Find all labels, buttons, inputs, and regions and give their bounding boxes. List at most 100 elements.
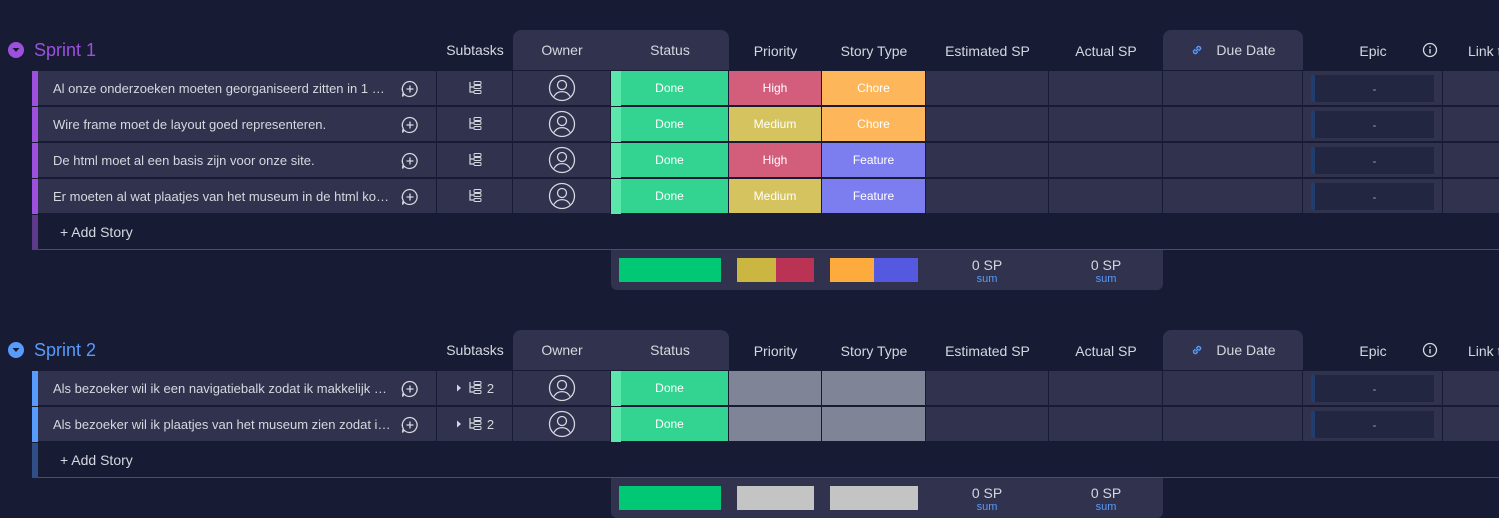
actual-sp-sum[interactable]: 0 SP sum (1046, 485, 1166, 513)
subtasks-cell[interactable] (437, 107, 513, 142)
subitems-icon[interactable] (467, 188, 483, 204)
item-name[interactable]: De html moet al een basis zijn voor onze… (53, 153, 315, 168)
epic-cell[interactable]: - (1303, 371, 1443, 406)
col-header-subtasks[interactable]: Subtasks (437, 30, 513, 70)
status-cell[interactable]: Done (611, 143, 729, 178)
subitems-toggle[interactable]: 2 (455, 380, 494, 396)
priority-cell[interactable]: Medium (729, 179, 822, 214)
status-cell[interactable]: Done (611, 107, 729, 142)
status-cell[interactable]: Done (611, 407, 729, 442)
item-name-cell[interactable]: De html moet al een basis zijn voor onze… (38, 143, 437, 178)
epic-cell[interactable]: - (1303, 107, 1443, 142)
person-avatar-icon[interactable] (548, 74, 576, 102)
due-date-cell[interactable] (1163, 107, 1303, 142)
item-name[interactable]: Als bezoeker wil ik plaatjes van het mus… (53, 417, 391, 432)
add-story-row[interactable]: + Add Story (32, 443, 1499, 478)
owner-cell[interactable] (513, 143, 611, 178)
priority-summary-bar[interactable] (737, 486, 814, 510)
priority-summary-bar[interactable] (737, 258, 814, 282)
owner-cell[interactable] (513, 407, 611, 442)
subtasks-cell[interactable]: 2 (437, 407, 513, 442)
due-date-cell[interactable] (1163, 179, 1303, 214)
epic-value[interactable]: - (1311, 183, 1434, 210)
actual-sp-sum[interactable]: 0 SP sum (1046, 257, 1166, 285)
subtasks-cell[interactable]: 2 (437, 371, 513, 406)
col-header-owner[interactable]: Owner (513, 30, 611, 70)
due-date-cell[interactable] (1163, 71, 1303, 106)
estimated-sp-cell[interactable] (926, 71, 1049, 106)
status-summary-bar[interactable] (619, 258, 721, 282)
info-icon[interactable] (1420, 330, 1440, 370)
epic-value[interactable]: - (1311, 111, 1434, 138)
estimated-sp-cell[interactable] (926, 407, 1049, 442)
person-avatar-icon[interactable] (548, 182, 576, 210)
group-title[interactable]: Sprint 1 (34, 39, 96, 61)
actual-sp-cell[interactable] (1049, 371, 1163, 406)
epic-value[interactable]: - (1311, 411, 1434, 438)
add-update-icon[interactable] (400, 115, 420, 135)
status-cell[interactable]: Done (611, 179, 729, 214)
add-update-icon[interactable] (400, 415, 420, 435)
person-avatar-icon[interactable] (548, 146, 576, 174)
col-header-story-type[interactable]: Story Type (822, 31, 926, 71)
status-summary-bar[interactable] (619, 486, 721, 510)
story-type-cell[interactable]: Feature (822, 179, 926, 214)
col-header-actual-sp[interactable]: Actual SP (1049, 31, 1163, 71)
estimated-sp-sum[interactable]: 0 SP sum (927, 257, 1047, 285)
col-header-status[interactable]: Status (611, 30, 729, 70)
col-header-due-date[interactable]: Due Date (1163, 330, 1303, 370)
actual-sp-cell[interactable] (1049, 179, 1163, 214)
col-header-estimated-sp[interactable]: Estimated SP (926, 31, 1049, 71)
estimated-sp-cell[interactable] (926, 107, 1049, 142)
actual-sp-cell[interactable] (1049, 107, 1163, 142)
link-cell[interactable] (1443, 179, 1499, 214)
story-type-cell[interactable] (822, 371, 926, 406)
actual-sp-cell[interactable] (1049, 143, 1163, 178)
col-header-estimated-sp[interactable]: Estimated SP (926, 331, 1049, 371)
estimated-sp-cell[interactable] (926, 371, 1049, 406)
item-name-cell[interactable]: Er moeten al wat plaatjes van het museum… (38, 179, 437, 214)
col-header-actual-sp[interactable]: Actual SP (1049, 331, 1163, 371)
link-cell[interactable] (1443, 71, 1499, 106)
col-header-link[interactable]: Link t (1463, 331, 1499, 371)
link-cell[interactable] (1443, 107, 1499, 142)
col-header-priority[interactable]: Priority (729, 31, 822, 71)
story-type-cell[interactable]: Feature (822, 143, 926, 178)
col-header-link[interactable]: Link t (1463, 31, 1499, 71)
story-type-summary-bar[interactable] (830, 486, 918, 510)
col-header-due-date[interactable]: Due Date (1163, 30, 1303, 70)
link-cell[interactable] (1443, 143, 1499, 178)
col-header-status[interactable]: Status (611, 330, 729, 370)
add-update-icon[interactable] (400, 379, 420, 399)
owner-cell[interactable] (513, 71, 611, 106)
due-date-cell[interactable] (1163, 407, 1303, 442)
expand-arrow-icon[interactable] (455, 383, 463, 393)
status-cell[interactable]: Done (611, 371, 729, 406)
story-type-cell[interactable]: Chore (822, 107, 926, 142)
subtasks-cell[interactable] (437, 71, 513, 106)
story-type-summary-bar[interactable] (830, 258, 918, 282)
col-header-story-type[interactable]: Story Type (822, 331, 926, 371)
priority-cell[interactable]: High (729, 71, 822, 106)
epic-value[interactable]: - (1311, 147, 1434, 174)
story-type-cell[interactable]: Chore (822, 71, 926, 106)
item-name-cell[interactable]: Als bezoeker wil ik een navigatiebalk zo… (38, 371, 437, 406)
link-cell[interactable] (1443, 371, 1499, 406)
item-name[interactable]: Er moeten al wat plaatjes van het museum… (53, 189, 391, 204)
add-update-icon[interactable] (400, 79, 420, 99)
estimated-sp-cell[interactable] (926, 179, 1049, 214)
expand-arrow-icon[interactable] (455, 419, 463, 429)
subtasks-cell[interactable] (437, 179, 513, 214)
item-name[interactable]: Als bezoeker wil ik een navigatiebalk zo… (53, 381, 391, 396)
status-cell[interactable]: Done (611, 71, 729, 106)
person-avatar-icon[interactable] (548, 110, 576, 138)
add-update-icon[interactable] (400, 187, 420, 207)
item-name[interactable]: Wire frame moet de layout goed represent… (53, 117, 326, 132)
priority-cell[interactable]: High (729, 143, 822, 178)
epic-cell[interactable]: - (1303, 71, 1443, 106)
person-avatar-icon[interactable] (548, 410, 576, 438)
group-title[interactable]: Sprint 2 (34, 339, 96, 361)
epic-value[interactable]: - (1311, 375, 1434, 402)
epic-cell[interactable]: - (1303, 407, 1443, 442)
add-story-input[interactable]: + Add Story (60, 452, 133, 468)
